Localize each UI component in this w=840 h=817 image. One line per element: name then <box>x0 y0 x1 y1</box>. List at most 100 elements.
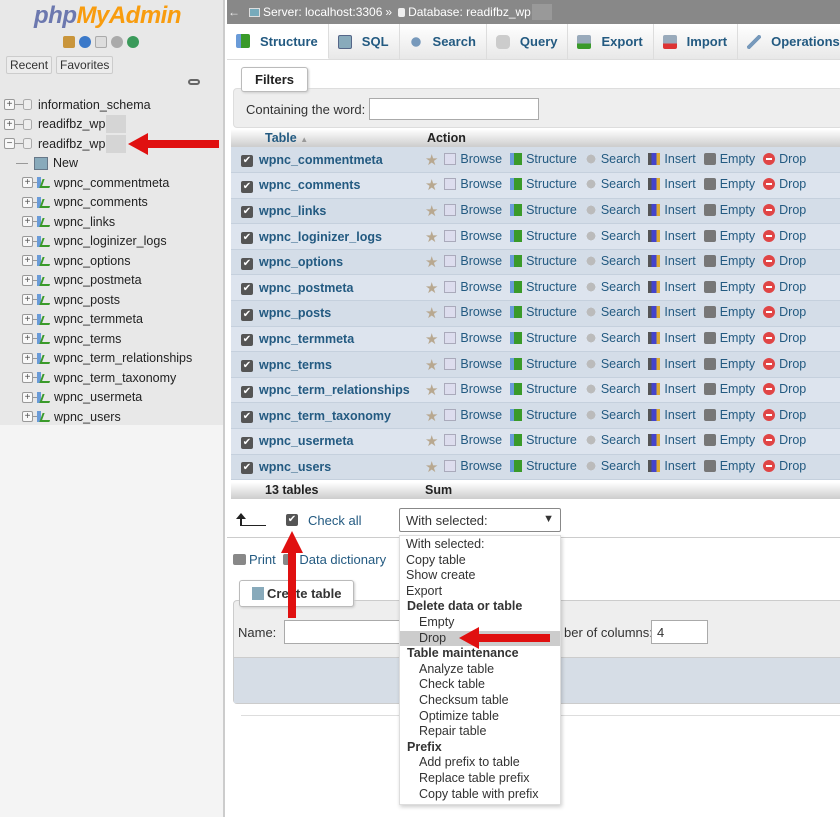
action-empty[interactable]: Empty <box>703 357 755 371</box>
tab-query[interactable]: Query <box>486 24 569 59</box>
table-name-link[interactable]: wpnc_term_relationships <box>259 377 423 403</box>
tree-table-item[interactable]: + wpnc_links <box>4 212 224 232</box>
table-name-link[interactable]: wpnc_posts <box>259 301 423 327</box>
action-drop[interactable]: Drop <box>763 254 806 268</box>
breadcrumb-database[interactable]: Database: readifbz_wp <box>408 5 531 19</box>
row-checkbox[interactable]: ✔ <box>241 283 253 296</box>
action-search[interactable]: Search <box>584 203 640 217</box>
action-search[interactable]: Search <box>584 254 640 268</box>
favorite-star-icon[interactable]: ★ <box>425 408 438 425</box>
table-name-link[interactable]: wpnc_termmeta <box>259 326 423 352</box>
action-insert[interactable]: Insert <box>648 152 696 166</box>
with-selected-select[interactable]: With selected: ▼ <box>399 508 561 532</box>
table-column-header[interactable]: Table ▲ <box>231 129 423 147</box>
action-structure[interactable]: Structure <box>510 254 577 268</box>
link-with-main-panel-icon[interactable] <box>188 79 200 85</box>
table-name-link[interactable]: wpnc_links <box>259 198 423 224</box>
phpmyadmin-logo[interactable]: phpMyAdmin <box>34 2 181 30</box>
favorite-star-icon[interactable]: ★ <box>425 331 438 348</box>
expand-icon[interactable]: + <box>4 99 15 111</box>
action-search[interactable]: Search <box>584 280 640 294</box>
tree-table-item[interactable]: + wpnc_options <box>4 251 224 271</box>
dropdown-option[interactable]: Show create <box>400 568 560 584</box>
action-search[interactable]: Search <box>584 152 640 166</box>
action-drop[interactable]: Drop <box>763 382 806 396</box>
action-structure[interactable]: Structure <box>510 305 577 319</box>
row-checkbox[interactable]: ✔ <box>241 385 253 398</box>
action-browse[interactable]: Browse <box>444 203 502 217</box>
action-drop[interactable]: Drop <box>763 280 806 294</box>
tab-search[interactable]: Search <box>399 24 487 59</box>
dropdown-option[interactable]: Check table <box>400 677 560 693</box>
dropdown-option[interactable]: Empty <box>400 615 560 631</box>
action-drop[interactable]: Drop <box>763 152 806 166</box>
action-browse[interactable]: Browse <box>444 357 502 371</box>
expand-icon[interactable]: + <box>22 255 33 267</box>
action-insert[interactable]: Insert <box>648 280 696 294</box>
action-search[interactable]: Search <box>584 229 640 243</box>
action-structure[interactable]: Structure <box>510 203 577 217</box>
action-insert[interactable]: Insert <box>648 203 696 217</box>
action-browse[interactable]: Browse <box>444 229 502 243</box>
action-drop[interactable]: Drop <box>763 229 806 243</box>
action-empty[interactable]: Empty <box>703 331 755 345</box>
action-structure[interactable]: Structure <box>510 408 577 422</box>
table-name-link[interactable]: wpnc_postmeta <box>259 275 423 301</box>
expand-icon[interactable]: + <box>22 177 33 189</box>
table-name-link[interactable]: wpnc_users <box>259 454 423 480</box>
action-empty[interactable]: Empty <box>703 177 755 191</box>
expand-icon[interactable]: + <box>22 235 33 247</box>
action-browse[interactable]: Browse <box>444 382 502 396</box>
tree-table-item[interactable]: + wpnc_comments <box>4 193 224 213</box>
action-browse[interactable]: Browse <box>444 254 502 268</box>
row-checkbox[interactable]: ✔ <box>241 360 253 373</box>
action-empty[interactable]: Empty <box>703 203 755 217</box>
action-structure[interactable]: Structure <box>510 382 577 396</box>
filter-input[interactable] <box>369 98 539 120</box>
table-name-link[interactable]: wpnc_comments <box>259 173 423 199</box>
dropdown-option[interactable]: Add prefix to table <box>400 755 560 771</box>
action-structure[interactable]: Structure <box>510 459 577 473</box>
table-name-link[interactable]: wpnc_usermeta <box>259 429 423 455</box>
tree-table-item[interactable]: + wpnc_term_relationships <box>4 349 224 369</box>
row-checkbox[interactable]: ✔ <box>241 411 253 424</box>
help-icon[interactable] <box>79 36 91 48</box>
row-checkbox[interactable]: ✔ <box>241 462 253 475</box>
action-insert[interactable]: Insert <box>648 357 696 371</box>
data-dictionary-link[interactable]: Data dictionary <box>299 552 386 567</box>
action-search[interactable]: Search <box>584 408 640 422</box>
action-empty[interactable]: Empty <box>703 408 755 422</box>
row-checkbox[interactable]: ✔ <box>241 155 253 168</box>
action-structure[interactable]: Structure <box>510 280 577 294</box>
action-insert[interactable]: Insert <box>648 177 696 191</box>
dropdown-option[interactable]: Optimize table <box>400 709 560 725</box>
action-drop[interactable]: Drop <box>763 177 806 191</box>
action-empty[interactable]: Empty <box>703 254 755 268</box>
expand-icon[interactable]: + <box>22 411 33 423</box>
tree-table-item[interactable]: + wpnc_users <box>4 407 224 427</box>
favorite-star-icon[interactable]: ★ <box>425 203 438 220</box>
dropdown-option[interactable]: Checksum table <box>400 693 560 709</box>
action-insert[interactable]: Insert <box>648 382 696 396</box>
action-search[interactable]: Search <box>584 305 640 319</box>
expand-icon[interactable]: + <box>22 294 33 306</box>
action-search[interactable]: Search <box>584 433 640 447</box>
recent-tab[interactable]: Recent <box>6 56 53 74</box>
collapse-nav-arrow-icon[interactable]: ← <box>227 5 241 19</box>
expand-icon[interactable]: + <box>22 333 33 345</box>
action-browse[interactable]: Browse <box>444 408 502 422</box>
favorite-star-icon[interactable]: ★ <box>425 254 438 271</box>
dropdown-option[interactable]: Export <box>400 584 560 600</box>
row-checkbox[interactable]: ✔ <box>241 206 253 219</box>
collapse-icon[interactable]: − <box>4 138 15 150</box>
tree-table-item[interactable]: + wpnc_usermeta <box>4 388 224 408</box>
action-structure[interactable]: Structure <box>510 357 577 371</box>
tab-structure[interactable]: Structure <box>227 24 329 59</box>
tree-new-table[interactable]: New <box>4 154 224 174</box>
reload-icon[interactable] <box>127 36 139 48</box>
action-drop[interactable]: Drop <box>763 433 806 447</box>
tab-import[interactable]: Import <box>653 24 739 59</box>
dropdown-option[interactable]: Replace table prefix <box>400 771 560 787</box>
table-name-link[interactable]: wpnc_terms <box>259 352 423 378</box>
row-checkbox[interactable]: ✔ <box>241 436 253 449</box>
